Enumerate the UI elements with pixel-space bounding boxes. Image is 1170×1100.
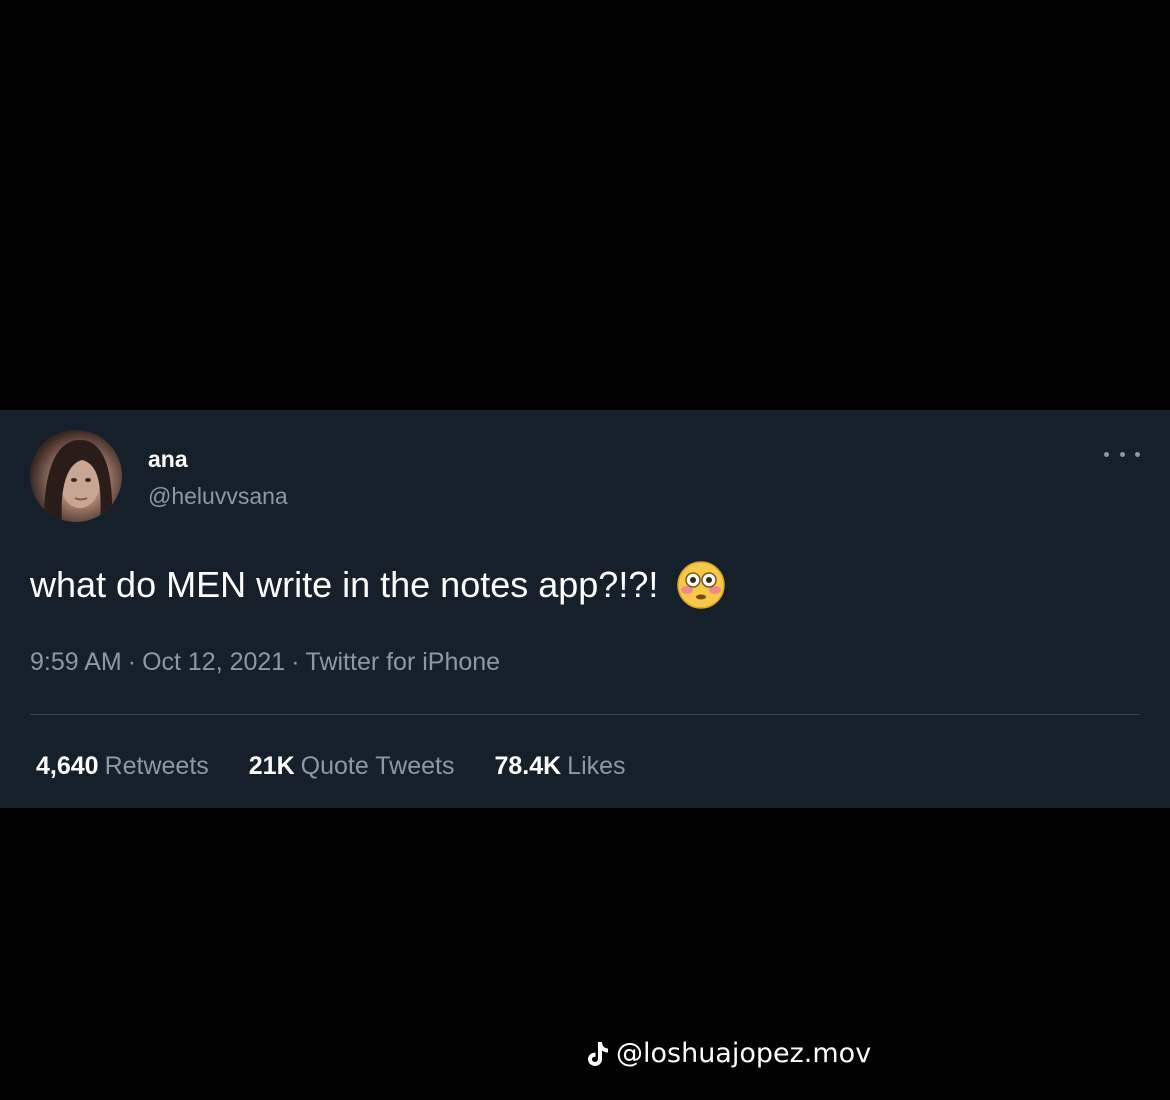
likes-count: 78.4K bbox=[494, 752, 562, 780]
more-dot bbox=[1119, 451, 1125, 457]
tweet-date[interactable]: Oct 12, 2021 bbox=[142, 648, 285, 676]
tweet-source-link[interactable]: Twitter for iPhone bbox=[306, 648, 501, 676]
retweets-stat[interactable]: 4,640 Retweets bbox=[36, 752, 209, 781]
retweets-label: Retweets bbox=[104, 752, 209, 780]
quote-tweets-stat[interactable]: 21K Quote Tweets bbox=[249, 752, 455, 781]
likes-stat[interactable]: 78.4K Likes bbox=[494, 752, 625, 781]
likes-label: Likes bbox=[567, 752, 626, 780]
tweet-text: what do MEN write in the notes app?!?! bbox=[30, 560, 726, 610]
more-options-icon[interactable] bbox=[1104, 444, 1140, 464]
tiktok-watermark: @loshuajopez.mov bbox=[586, 1038, 871, 1069]
retweets-count: 4,640 bbox=[36, 752, 99, 780]
quote-tweets-label: Quote Tweets bbox=[300, 752, 455, 780]
avatar-image bbox=[44, 440, 113, 522]
user-handle[interactable]: @heluvvsana bbox=[148, 483, 288, 510]
quote-tweets-count: 21K bbox=[248, 752, 295, 780]
separator: · bbox=[291, 648, 300, 676]
avatar[interactable] bbox=[30, 430, 122, 522]
flushed-face-emoji-icon bbox=[676, 560, 726, 610]
tweet-timestamp-line: 9:59 AM · Oct 12, 2021 · Twitter for iPhone bbox=[30, 648, 500, 677]
watermark-text: @loshuajopez.mov bbox=[616, 1038, 872, 1069]
divider bbox=[30, 714, 1140, 715]
more-dot bbox=[1135, 451, 1140, 457]
tiktok-icon bbox=[586, 1040, 610, 1068]
tweet-stats: 4,640 Retweets 21K Quote Tweets 78.4K Likes bbox=[36, 752, 666, 781]
separator: · bbox=[127, 648, 137, 676]
display-name[interactable]: ana bbox=[148, 446, 188, 473]
tweet-time[interactable]: 9:59 AM bbox=[30, 648, 122, 676]
tweet-card: ana @heluvvsana what do MEN write in the… bbox=[0, 410, 1170, 808]
more-dot bbox=[1104, 451, 1109, 457]
tweet-text-content: what do MEN write in the notes app?!?! bbox=[30, 564, 659, 605]
